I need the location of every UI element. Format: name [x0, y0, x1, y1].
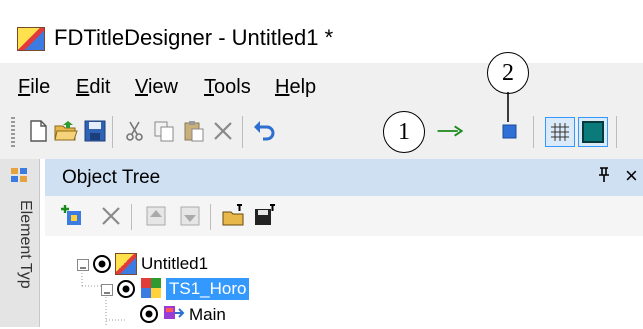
- object-tree-toolbar: [45, 196, 643, 236]
- toolbar-separator: [242, 116, 243, 148]
- remove-node-icon[interactable]: [97, 202, 125, 230]
- save-icon[interactable]: [81, 117, 109, 145]
- frame-icon[interactable]: [578, 117, 608, 147]
- app-icon: [17, 27, 45, 51]
- project-icon: [115, 253, 137, 275]
- panel-title: Object Tree: [62, 167, 161, 188]
- tree-node-label[interactable]: Main: [189, 305, 226, 325]
- window-title: FDTitleDesigner - Untitled1 *: [54, 25, 334, 50]
- arrow-icon[interactable]: [436, 117, 464, 145]
- pin-icon[interactable]: [597, 167, 611, 188]
- menu-view[interactable]: View: [135, 76, 178, 99]
- toolbar-separator: [112, 116, 113, 148]
- menu-file[interactable]: File: [18, 76, 50, 99]
- move-up-icon[interactable]: [142, 202, 170, 230]
- delete-icon[interactable]: [209, 117, 237, 145]
- open-icon[interactable]: [52, 117, 80, 145]
- copy-icon[interactable]: [150, 117, 178, 145]
- expander-ts1-horo[interactable]: [101, 284, 113, 296]
- element-type-label[interactable]: Element Typ: [6, 200, 34, 289]
- toolbar-separator: [131, 204, 132, 230]
- menu-help[interactable]: Help: [275, 76, 316, 99]
- menu-edit[interactable]: Edit: [76, 76, 110, 99]
- close-icon[interactable]: ×: [625, 163, 638, 189]
- move-down-icon[interactable]: [176, 202, 204, 230]
- tree-node-label-selected[interactable]: TS1_Horo: [166, 278, 250, 300]
- grid-icon[interactable]: [545, 117, 575, 147]
- add-node-icon[interactable]: [58, 202, 86, 230]
- square-icon[interactable]: [495, 117, 523, 145]
- toolbar-separator: [616, 116, 617, 148]
- callout-1: 1: [383, 111, 425, 153]
- export-icon[interactable]: [250, 202, 278, 230]
- callout-2: 2: [487, 52, 529, 94]
- toolbar-separator: [210, 204, 211, 230]
- undo-icon[interactable]: [250, 117, 278, 145]
- visibility-icon[interactable]: [92, 254, 112, 279]
- menu-tools[interactable]: Tools: [204, 76, 251, 99]
- new-icon[interactable]: [24, 117, 52, 145]
- paste-icon[interactable]: [180, 117, 208, 145]
- element-type-icon: [10, 167, 28, 183]
- scene-icon: [163, 304, 185, 322]
- visibility-icon[interactable]: [116, 279, 136, 304]
- title-set-icon: [140, 277, 162, 299]
- expander-untitled1[interactable]: [77, 259, 89, 271]
- import-icon[interactable]: [220, 202, 248, 230]
- visibility-icon[interactable]: [139, 304, 159, 329]
- toolbar-separator: [533, 116, 534, 148]
- cut-icon[interactable]: [121, 117, 149, 145]
- toolbar-grip[interactable]: [11, 117, 15, 147]
- tree-node-label[interactable]: Untitled1: [141, 254, 208, 274]
